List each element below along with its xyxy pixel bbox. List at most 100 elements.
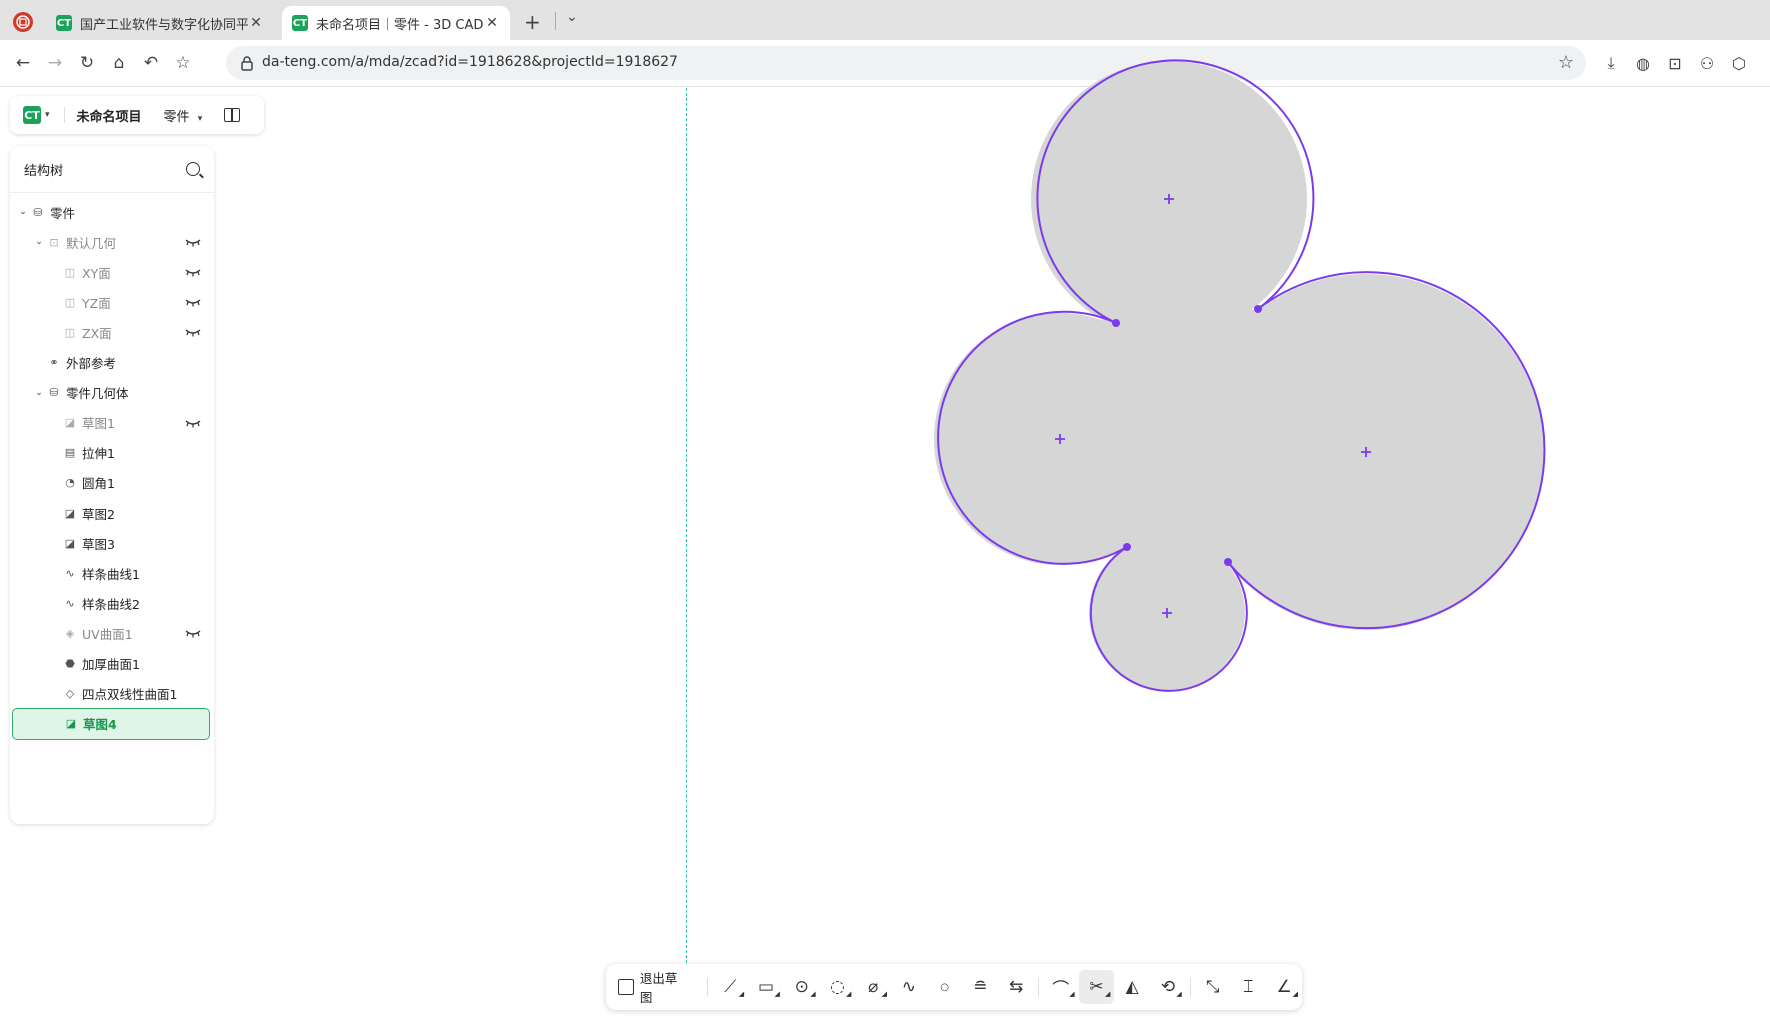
tree-item[interactable]: ◔ 圆角1 [12,467,212,499]
eye-hidden-icon[interactable] [184,297,202,307]
exit-sketch-button[interactable]: 退出草图 [618,968,689,1006]
exit-sketch-icon [618,979,634,995]
sketch-icon: ◪ [64,416,76,430]
chevron-down-icon[interactable]: ⌄ [34,388,44,398]
spline-tool-icon[interactable]: ∿ [891,970,927,1004]
tree-item[interactable]: ◪ 草图3 [12,527,212,559]
plane-icon: ◫ [64,265,76,279]
sketch-canvas[interactable] [0,0,1770,1019]
tree-item[interactable]: ◪ 草图4 [12,707,210,740]
tree-item[interactable]: ◇ 四点双线性曲面1 [12,678,212,710]
tree-item-label: 样条曲线2 [82,596,140,612]
tree-item[interactable]: ⌄ ⊡ 默认几何 [12,226,212,258]
tree-item-label: 圆角1 [82,476,115,492]
extrude-icon: ▤ [64,446,76,460]
divider [1189,978,1191,996]
arc-tool-icon[interactable]: ◌ ◢ [820,970,856,1004]
sketch-toolbar: 退出草图 ⟋ ◢ ▭ ◢ ⊙ ◢ ◌ ◢ ⌀ ◢ ∿ ○ ≘ ⇆ ⌒ ◢ ✂ ◢ ◭ ⟲ ◢ ⤡… [606,964,1302,1010]
sketch-point[interactable] [1123,543,1131,551]
circle-tool-icon[interactable]: ⊙ ◢ [784,970,820,1004]
tree-item[interactable]: ◈ UV曲面1 [12,617,212,649]
part-body-icon: ⛁ [49,386,59,400]
offset-tool-icon[interactable]: ⇆ [998,970,1034,1004]
tree-item[interactable]: ◪ 草图2 [12,497,212,529]
chevron-down-icon[interactable]: ⌄ [34,237,44,247]
dimension-tool-icon[interactable]: ⌶ [1231,970,1267,1004]
mirror-tool-icon[interactable]: ◭ [1114,970,1150,1004]
trim-tool-icon[interactable]: ✂ ◢ [1078,970,1115,1004]
rectangle-tool-icon[interactable]: ▭ ◢ [748,970,784,1004]
tree-item[interactable]: ◫ ZX面 [12,316,212,348]
sketch-point[interactable] [1112,319,1120,327]
tree-item[interactable]: ▤ 拉伸1 [12,437,212,469]
chevron-down-icon[interactable]: ▾ [45,110,50,120]
doc-type-select[interactable]: 零件 ▾ [164,106,203,125]
eye-hidden-icon[interactable] [184,418,202,428]
eye-hidden-icon[interactable] [184,628,202,638]
tree-item-label: 草图1 [82,416,115,432]
fillet-tool-icon[interactable]: ⌒ ◢ [1043,970,1079,1004]
chevron-down-icon: ▾ [197,113,203,124]
external-reference-icon: ⚭ [49,356,59,369]
eye-hidden-icon[interactable] [184,327,202,337]
uv-surface-icon: ◈ [65,626,75,640]
tree-title: 结构树 [24,163,64,179]
extend-tool-icon[interactable]: ⤡ [1195,970,1231,1004]
line-tool-icon[interactable]: ⟋ ◢ [712,970,748,1004]
tree-item[interactable]: ⚭ 外部参考 [12,347,212,379]
spline-icon: ∿ [65,566,75,580]
tree-item-label: 外部参考 [66,356,117,371]
slot-tool-icon[interactable]: ⌀ ◢ [855,970,891,1004]
spline-icon: ∿ [65,596,75,610]
tree-item-label: 样条曲线1 [82,566,140,582]
search-icon[interactable] [186,162,200,176]
tree-item-label: YZ面 [82,295,111,311]
tree-item-label: UV曲面1 [82,626,133,642]
divider [707,978,709,996]
tree-item-label: 加厚曲面1 [82,657,140,672]
structure-tree-panel: 结构树 ⌄ ⛁ 零件 ⌄ ⊡ 默认几何 ◫ XY面 ◫ YZ面 ◫ ZX面 ⚭ 外部参考 ⌄ ⛁ 零件几何体 ◪ 草… [10,146,214,824]
tree-item-label: 默认几何 [66,235,117,251]
tree-item[interactable]: ⌄ ⛁ 零件 [12,196,212,228]
app-logo-icon[interactable]: CT [23,106,41,124]
thicken-surface-icon: ⬣ [65,657,75,670]
panel-toggle-icon[interactable] [224,108,241,122]
tree-item[interactable]: ⌄ ⛁ 零件几何体 [12,377,212,409]
tree-item-label: ZX面 [82,325,112,341]
tree-item[interactable]: ⬣ 加厚曲面1 [12,648,212,680]
sketch-icon: ◪ [65,717,77,731]
tree-item-label: XY面 [82,265,111,281]
eye-hidden-icon[interactable] [184,237,202,247]
tree-item[interactable]: ◫ YZ面 [12,286,212,318]
eye-hidden-icon[interactable] [184,267,202,277]
exit-sketch-label: 退出草图 [639,971,678,1005]
tree-header: 结构树 [10,146,214,193]
tree-item-label: 草图4 [83,717,117,733]
divider [63,107,65,123]
sketch-profile[interactable] [934,59,1546,692]
app-header: CT ▾ 未命名项目 零件 ▾ [10,96,264,134]
tree-item[interactable]: ◫ XY面 [12,256,212,288]
part-icon: ⛁ [33,205,43,219]
tree-item[interactable]: ◪ 草图1 [12,407,212,439]
tree-item-label: 拉伸1 [82,446,115,462]
chevron-down-icon[interactable]: ⌄ [18,207,28,217]
sketch-point[interactable] [1254,305,1262,313]
constraint-tool-icon[interactable]: ∠ ◢ [1266,970,1302,1004]
point-tool-icon[interactable]: ○ [927,970,963,1004]
fillet-icon: ◔ [65,476,75,490]
text-tool-icon[interactable]: ≘ [962,970,998,1004]
plane-icon: ◫ [64,325,76,339]
tree-item[interactable]: ∿ 样条曲线2 [12,587,212,619]
sketch-point[interactable] [1224,558,1232,566]
tree-item[interactable]: ∿ 样条曲线1 [12,557,212,589]
doc-type-label: 零件 [163,109,190,125]
bilinear-surface-icon: ◇ [65,687,75,701]
divider [1037,978,1039,996]
sketch-icon: ◪ [64,506,76,520]
tree-item-label: 草图2 [82,506,115,522]
sketch-icon: ◪ [64,536,76,550]
default-geometry-icon: ⊡ [49,235,59,249]
transform-tool-icon[interactable]: ⟲ ◢ [1150,970,1186,1004]
project-name[interactable]: 未命名项目 [77,106,142,125]
